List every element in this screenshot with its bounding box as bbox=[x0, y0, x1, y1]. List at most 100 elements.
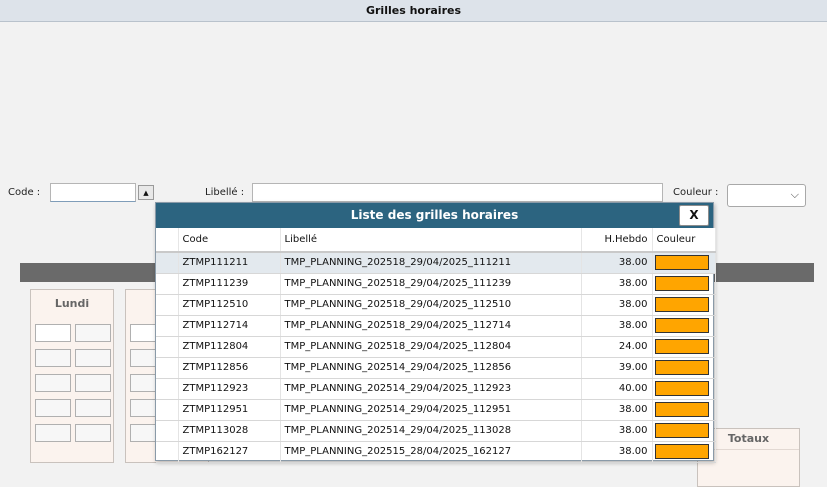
row-libelle: TMP_PLANNING_202518_29/04/2025_112510 bbox=[280, 294, 582, 316]
row-couleur bbox=[652, 294, 716, 316]
row-hebdo: 38.00 bbox=[581, 294, 653, 316]
window-title: Grilles horaires bbox=[0, 0, 827, 22]
row-couleur bbox=[652, 273, 716, 295]
chevron-down-icon: ⌵ bbox=[790, 188, 799, 201]
time-slot[interactable] bbox=[75, 424, 111, 442]
column-header-code[interactable]: Code bbox=[178, 228, 281, 253]
column-header-couleur[interactable]: Couleur bbox=[652, 228, 716, 253]
time-slot[interactable] bbox=[35, 399, 71, 417]
row-hebdo: 40.00 bbox=[581, 378, 653, 400]
time-slot[interactable] bbox=[35, 349, 71, 367]
row-couleur bbox=[652, 441, 716, 463]
color-swatch bbox=[654, 360, 709, 375]
row-hebdo: 38.00 bbox=[581, 441, 653, 463]
row-selector[interactable] bbox=[156, 378, 179, 400]
color-swatch bbox=[654, 318, 709, 333]
row-couleur bbox=[652, 336, 716, 358]
row-code: ZTMP113028 bbox=[178, 420, 281, 442]
time-slot[interactable] bbox=[75, 374, 111, 392]
time-slot[interactable] bbox=[75, 349, 111, 367]
row-selector[interactable] bbox=[156, 420, 179, 442]
column-header-select bbox=[156, 228, 179, 253]
row-libelle: TMP_PLANNING_202518_29/04/2025_111239 bbox=[280, 273, 582, 295]
row-couleur bbox=[652, 420, 716, 442]
dialog-title: Liste des grilles horaires bbox=[350, 208, 519, 222]
couleur-select[interactable]: ⌵ bbox=[727, 184, 806, 207]
row-selector[interactable] bbox=[156, 357, 179, 379]
table-row[interactable]: ZTMP113028 TMP_PLANNING_202514_29/04/2025… bbox=[156, 420, 716, 442]
row-hebdo: 24.00 bbox=[581, 336, 653, 358]
row-couleur bbox=[652, 357, 716, 379]
row-selector[interactable] bbox=[156, 252, 179, 274]
row-code: ZTMP112804 bbox=[178, 336, 281, 358]
row-hebdo: 38.00 bbox=[581, 273, 653, 295]
row-couleur bbox=[652, 399, 716, 421]
time-slot[interactable] bbox=[35, 374, 71, 392]
row-libelle: TMP_PLANNING_202518_29/04/2025_112804 bbox=[280, 336, 582, 358]
row-code: ZTMP112510 bbox=[178, 294, 281, 316]
row-code: ZTMP112951 bbox=[178, 399, 281, 421]
table-row[interactable]: ZTMP112510 TMP_PLANNING_202518_29/04/2025… bbox=[156, 294, 716, 316]
row-couleur bbox=[652, 252, 716, 274]
color-swatch bbox=[654, 423, 709, 438]
couleur-label: Couleur : bbox=[673, 187, 719, 198]
table-row[interactable]: ZTMP111211 TMP_PLANNING_202518_29/04/2025… bbox=[156, 252, 716, 274]
grilles-list-dialog: Liste des grilles horaires X Code Libell… bbox=[155, 202, 716, 463]
table-row[interactable]: ZTMP112923 TMP_PLANNING_202514_29/04/2025… bbox=[156, 378, 716, 400]
table-row[interactable]: ZTMP112804 TMP_PLANNING_202518_29/04/2025… bbox=[156, 336, 716, 358]
time-slot[interactable] bbox=[35, 424, 71, 442]
code-input[interactable] bbox=[50, 183, 136, 202]
color-swatch bbox=[654, 276, 709, 291]
column-header-libelle[interactable]: Libellé bbox=[280, 228, 582, 253]
row-selector[interactable] bbox=[156, 294, 179, 316]
time-slot[interactable] bbox=[75, 324, 111, 342]
row-code: ZTMP162127 bbox=[178, 441, 281, 463]
row-selector[interactable] bbox=[156, 399, 179, 421]
row-libelle: TMP_PLANNING_202515_28/04/2025_162127 bbox=[280, 441, 582, 463]
row-code: ZTMP112923 bbox=[178, 378, 281, 400]
table-row[interactable]: ZTMP112856 TMP_PLANNING_202514_29/04/2025… bbox=[156, 357, 716, 379]
color-swatch bbox=[654, 255, 709, 271]
table-row[interactable]: ZTMP112714 TMP_PLANNING_202518_29/04/2025… bbox=[156, 315, 716, 337]
row-hebdo: 38.00 bbox=[581, 252, 653, 274]
table-row[interactable]: ZTMP162127 TMP_PLANNING_202515_28/04/2025… bbox=[156, 441, 716, 463]
row-hebdo: 39.00 bbox=[581, 357, 653, 379]
time-slot[interactable] bbox=[75, 399, 111, 417]
table-row[interactable]: ZTMP112951 TMP_PLANNING_202514_29/04/2025… bbox=[156, 399, 716, 421]
row-code: ZTMP111211 bbox=[178, 252, 281, 274]
close-button[interactable]: X bbox=[679, 205, 709, 226]
row-libelle: TMP_PLANNING_202514_29/04/2025_112923 bbox=[280, 378, 582, 400]
row-selector[interactable] bbox=[156, 273, 179, 295]
row-code: ZTMP111239 bbox=[178, 273, 281, 295]
code-lookup-button[interactable]: ▲ bbox=[138, 185, 154, 200]
row-selector[interactable] bbox=[156, 315, 179, 337]
row-couleur bbox=[652, 315, 716, 337]
row-libelle: TMP_PLANNING_202514_29/04/2025_113028 bbox=[280, 420, 582, 442]
row-libelle: TMP_PLANNING_202514_29/04/2025_112951 bbox=[280, 399, 582, 421]
dialog-header: Liste des grilles horaires X bbox=[156, 203, 713, 228]
row-libelle: TMP_PLANNING_202514_29/04/2025_112856 bbox=[280, 357, 582, 379]
table-row[interactable]: ZTMP111239 TMP_PLANNING_202518_29/04/2025… bbox=[156, 273, 716, 295]
row-couleur bbox=[652, 378, 716, 400]
time-slot[interactable] bbox=[35, 324, 71, 342]
libelle-label: Libellé : bbox=[205, 187, 245, 198]
code-label: Code : bbox=[8, 187, 41, 198]
row-libelle: TMP_PLANNING_202518_29/04/2025_112714 bbox=[280, 315, 582, 337]
column-header-hebdo[interactable]: H.Hebdo bbox=[581, 228, 653, 253]
row-libelle: TMP_PLANNING_202518_29/04/2025_111211 bbox=[280, 252, 582, 274]
row-hebdo: 38.00 bbox=[581, 399, 653, 421]
color-swatch bbox=[654, 444, 709, 459]
triangle-up-icon: ▲ bbox=[143, 188, 149, 197]
row-code: ZTMP112856 bbox=[178, 357, 281, 379]
libelle-input[interactable] bbox=[252, 183, 663, 202]
row-selector[interactable] bbox=[156, 336, 179, 358]
row-selector[interactable] bbox=[156, 441, 179, 463]
row-hebdo: 38.00 bbox=[581, 420, 653, 442]
color-swatch bbox=[654, 339, 709, 354]
color-swatch bbox=[654, 297, 709, 312]
grilles-table: Code Libellé H.Hebdo Couleur ZTMP111211 T… bbox=[156, 228, 716, 463]
color-swatch bbox=[654, 402, 709, 417]
day-panel-lundi: Lundi bbox=[30, 289, 114, 463]
row-code: ZTMP112714 bbox=[178, 315, 281, 337]
day-label: Lundi bbox=[54, 297, 90, 310]
